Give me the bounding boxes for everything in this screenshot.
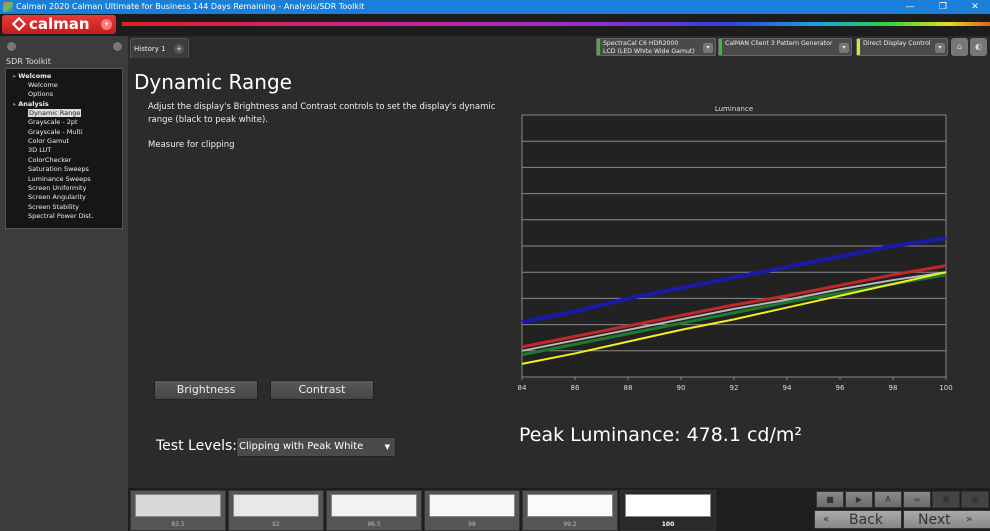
swatch-button-selected[interactable]: 100 bbox=[620, 490, 716, 531]
app-icon bbox=[3, 2, 13, 12]
tree-item[interactable]: Grayscale - 2pt bbox=[6, 118, 122, 127]
sidebar-back-icon[interactable] bbox=[7, 42, 16, 51]
workflow-tree: ▸ Welcome Welcome Options ▸ Analysis Dynam… bbox=[5, 68, 123, 229]
tree-item[interactable]: 3D LUT bbox=[6, 146, 122, 155]
swatch-button[interactable]: 99.2 bbox=[522, 490, 618, 531]
test-levels-label: Test Levels: bbox=[156, 438, 237, 454]
tree-group-analysis[interactable]: ▸ Analysis bbox=[6, 100, 122, 109]
chevron-down-icon: ▾ bbox=[703, 43, 713, 53]
chevron-down-icon: ▾ bbox=[101, 19, 112, 30]
swatch-patch bbox=[135, 494, 221, 517]
next-button[interactable]: Next » bbox=[903, 510, 990, 529]
luminance-chart: Luminance 84 86 88 90 92 94 96 98 100 bbox=[518, 105, 953, 392]
swatch-button[interactable]: 92 bbox=[228, 490, 324, 531]
x-tick-label: 96 bbox=[836, 384, 845, 392]
tree-item[interactable]: Luminance Sweeps bbox=[6, 175, 122, 184]
x-tick-label: 88 bbox=[624, 384, 633, 392]
save-icon[interactable]: A bbox=[874, 491, 902, 508]
target-icon[interactable]: ◎ bbox=[961, 491, 989, 508]
peak-luminance-readout: Peak Luminance: 478.1 cd/m² bbox=[519, 424, 803, 446]
status-indicator bbox=[719, 39, 722, 55]
swatch-patch bbox=[429, 494, 515, 517]
swatch-patch bbox=[233, 494, 319, 517]
swatch-button[interactable]: 83.5 bbox=[130, 490, 226, 531]
tree-item[interactable]: ColorChecker bbox=[6, 156, 122, 165]
swatch-patch bbox=[331, 494, 417, 517]
tab-history-1[interactable]: History 1 + bbox=[130, 38, 189, 58]
tree-item[interactable]: Options bbox=[6, 90, 122, 99]
window-title: Calman 2020 Calman Ultimate for Business… bbox=[16, 2, 365, 11]
chevron-down-icon: ▾ bbox=[839, 43, 849, 53]
x-tick-label: 94 bbox=[783, 384, 792, 392]
minimize-button[interactable]: — bbox=[895, 0, 925, 14]
brand-bar: calman ▾ bbox=[0, 14, 990, 36]
swatch-button[interactable]: 96.5 bbox=[326, 490, 422, 531]
x-tick-label: 92 bbox=[730, 384, 739, 392]
home-icon[interactable]: ⌂ bbox=[951, 38, 968, 56]
sidebar-header: SDR Toolkit bbox=[6, 57, 51, 66]
status-indicator bbox=[857, 39, 860, 55]
x-tick-label: 98 bbox=[889, 384, 898, 392]
chevron-down-icon: ▾ bbox=[935, 43, 945, 53]
sidebar: SDR Toolkit ▸ Welcome Welcome Options ▸ An… bbox=[0, 36, 128, 531]
chevron-down-icon: ▼ bbox=[384, 443, 390, 451]
meter-selector[interactable]: SpectraCal C6 HDR2000 LCD (LED White Wid… bbox=[596, 38, 716, 56]
page-description: Adjust the display's Brightness and Cont… bbox=[148, 102, 496, 125]
next-arrow-icon: » bbox=[966, 514, 973, 525]
back-arrow-icon: « bbox=[823, 514, 830, 525]
chart-title: Luminance bbox=[715, 105, 753, 113]
swatch-button[interactable]: 98 bbox=[424, 490, 520, 531]
play-icon[interactable]: ▶ bbox=[845, 491, 873, 508]
close-button[interactable]: ✕ bbox=[960, 0, 990, 14]
rainbow-divider bbox=[122, 22, 990, 26]
x-tick-label: 100 bbox=[939, 384, 952, 392]
calman-logo-icon bbox=[11, 16, 27, 32]
tree-item[interactable]: Saturation Sweeps bbox=[6, 165, 122, 174]
swatch-patch bbox=[527, 494, 613, 517]
status-indicator bbox=[597, 39, 600, 55]
x-tick-label: 84 bbox=[518, 384, 527, 392]
swatch-patch bbox=[625, 494, 711, 517]
tree-item[interactable]: Grayscale - Multi bbox=[6, 128, 122, 137]
calman-menu-button[interactable]: calman ▾ bbox=[2, 15, 116, 34]
tree-group-welcome[interactable]: ▸ Welcome bbox=[6, 72, 122, 81]
brand-name: calman bbox=[29, 15, 90, 33]
title-bar: Calman 2020 Calman Ultimate for Business… bbox=[0, 0, 990, 14]
x-tick-label: 90 bbox=[677, 384, 686, 392]
page-instruction: Measure for clipping bbox=[148, 140, 235, 150]
tree-item[interactable]: Spectral Power Dist. bbox=[6, 212, 122, 221]
sidebar-collapse-icon[interactable] bbox=[113, 42, 122, 51]
pattern-generator-selector[interactable]: CalMAN Client 3 Pattern Generator ▾ bbox=[718, 38, 852, 56]
loop-icon[interactable]: ∞ bbox=[903, 491, 931, 508]
x-tick-label: 86 bbox=[571, 384, 580, 392]
tree-item[interactable]: Color Gamut bbox=[6, 137, 122, 146]
back-button[interactable]: « Back bbox=[814, 510, 902, 529]
main-panel: Dynamic Range Adjust the display's Brigh… bbox=[128, 58, 990, 488]
bottom-bar: 83.5 92 96.5 98 99.2 100 ■ ▶ A ∞ ⚙ ◎ « B… bbox=[128, 488, 990, 531]
stop-icon[interactable]: ■ bbox=[816, 491, 844, 508]
tree-item[interactable]: Screen Stability bbox=[6, 203, 122, 212]
contrast-button[interactable]: Contrast bbox=[270, 380, 374, 400]
display-control-selector[interactable]: Direct Display Control ▾ bbox=[856, 38, 948, 56]
tab-bar: History 1 + SpectraCal C6 HDR2000 LCD (L… bbox=[128, 36, 990, 58]
tree-item[interactable]: Screen Angularity bbox=[6, 193, 122, 202]
tree-item[interactable]: Welcome bbox=[6, 81, 122, 90]
maximize-button[interactable]: ❐ bbox=[928, 0, 958, 14]
test-levels-select[interactable]: Clipping with Peak White ▼ bbox=[236, 437, 396, 457]
tree-item[interactable]: Screen Uniformity bbox=[6, 184, 122, 193]
page-title: Dynamic Range bbox=[134, 70, 292, 94]
info-icon[interactable]: ◐ bbox=[970, 38, 987, 56]
settings-icon[interactable]: ⚙ bbox=[932, 491, 960, 508]
tree-item-selected[interactable]: Dynamic Range bbox=[6, 108, 122, 118]
add-tab-icon[interactable]: + bbox=[174, 44, 184, 54]
brightness-button[interactable]: Brightness bbox=[154, 380, 258, 400]
